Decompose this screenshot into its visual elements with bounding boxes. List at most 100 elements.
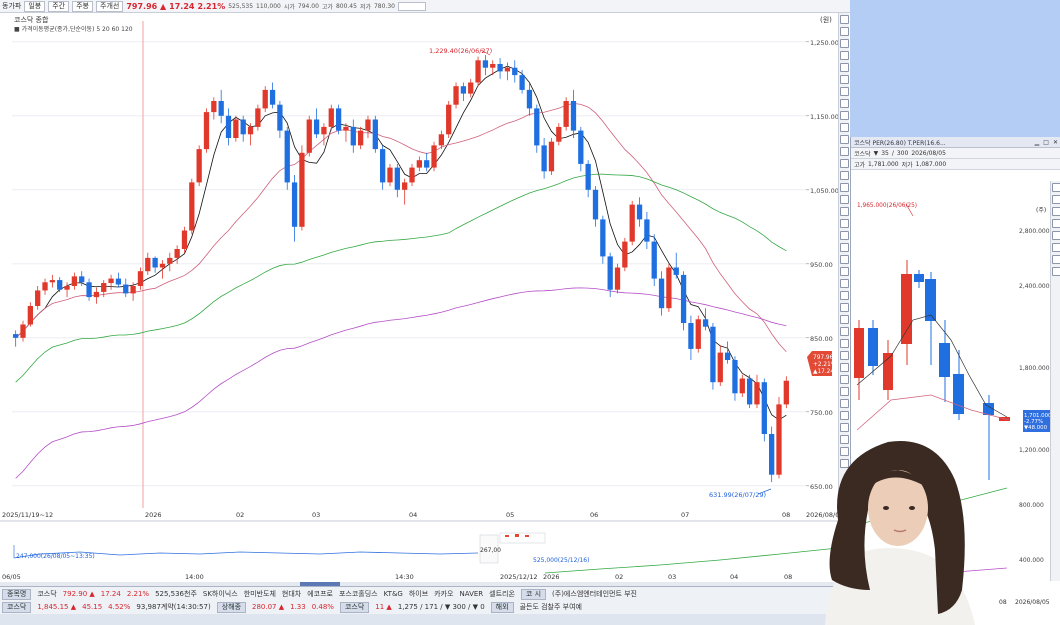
market-value-kosdaq: 11 ▲ bbox=[375, 603, 392, 611]
period-week-button[interactable]: 주간 bbox=[48, 0, 70, 12]
horizontal-line-tool-icon[interactable] bbox=[840, 63, 849, 72]
theme-hanmi[interactable]: 한미반도체 bbox=[244, 589, 276, 599]
theme-ktg[interactable]: KT&G bbox=[384, 590, 403, 598]
toolbar-input[interactable] bbox=[397, 1, 426, 11]
palette-tool-icon[interactable] bbox=[840, 339, 849, 348]
candle-body bbox=[651, 241, 657, 279]
zoom-out-tool-icon[interactable] bbox=[840, 231, 849, 240]
theme-sk-hynix[interactable]: SK하이닉스 bbox=[203, 589, 238, 599]
candle-body bbox=[680, 274, 687, 323]
secondary-count-value[interactable]: 300 bbox=[897, 150, 908, 157]
news-headline-2[interactable]: 골든도 검찰주 부여예 bbox=[520, 602, 582, 612]
sec-text-tool-icon[interactable] bbox=[1052, 255, 1060, 264]
news-tab-1[interactable]: 코 시 bbox=[520, 588, 547, 600]
print-tool-icon[interactable] bbox=[840, 267, 849, 276]
layers-tool-icon[interactable] bbox=[840, 315, 849, 324]
extra-tool-icon-b[interactable] bbox=[840, 387, 849, 396]
secondary-unit-label: (주) bbox=[1036, 207, 1046, 214]
sec-candle-7 bbox=[939, 343, 950, 377]
extra-tool-icon-a[interactable] bbox=[840, 375, 849, 384]
pen-tool-icon[interactable] bbox=[840, 171, 849, 180]
theme-naver[interactable]: NAVER bbox=[460, 590, 484, 598]
candle-body bbox=[585, 163, 591, 190]
secondary-high-value: 1,781.000 bbox=[868, 160, 899, 168]
ticker-value-2: 1,845.15 ▲ bbox=[37, 603, 77, 611]
sec-candle-2 bbox=[868, 328, 878, 366]
ruler-tool-icon[interactable] bbox=[840, 159, 849, 168]
sec-arrow-tool-icon[interactable] bbox=[1052, 267, 1060, 276]
chevron-down-icon[interactable]: ▼ bbox=[874, 150, 879, 157]
period-custom-button[interactable]: 주개선 bbox=[96, 0, 124, 12]
undo-tool-icon[interactable] bbox=[840, 291, 849, 300]
rectangle-tool-icon[interactable] bbox=[840, 111, 849, 120]
news-tab-2[interactable]: 해외 bbox=[490, 601, 514, 613]
period-month-button[interactable]: 주봉 bbox=[72, 0, 93, 12]
text-tool-icon[interactable] bbox=[840, 135, 849, 144]
secondary-period-value[interactable]: 35 bbox=[881, 150, 889, 157]
crosshair-tool-icon[interactable] bbox=[840, 27, 849, 36]
sec-candle-4 bbox=[901, 274, 912, 344]
high-value: 800.45 bbox=[335, 2, 357, 10]
magnet-tool-icon[interactable] bbox=[840, 195, 849, 204]
theme-celltrion[interactable]: 셀트리온 bbox=[489, 589, 515, 599]
circle-tool-icon[interactable] bbox=[840, 123, 849, 132]
save-tool-icon[interactable] bbox=[840, 255, 849, 264]
x-tick-label-4: 04 bbox=[409, 511, 417, 519]
grid-tool-icon[interactable] bbox=[840, 327, 849, 336]
secondary-date-value[interactable]: 2026/08/05 bbox=[911, 150, 946, 157]
theme-ecopro[interactable]: 에코프로 bbox=[307, 589, 333, 599]
sec-line-tool-icon[interactable] bbox=[1052, 195, 1060, 204]
candle-body bbox=[20, 324, 26, 338]
minimize-icon[interactable]: ▁ bbox=[1035, 139, 1040, 146]
arrow-tool-icon[interactable] bbox=[840, 147, 849, 156]
ticker-row-3 bbox=[0, 614, 850, 625]
market-label-shanghai[interactable]: 상해종 bbox=[216, 601, 247, 613]
extra-tool-icon-c[interactable] bbox=[840, 399, 849, 408]
sec-hline-tool-icon[interactable] bbox=[1052, 219, 1060, 228]
candle-body bbox=[189, 182, 195, 231]
delete-tool-icon[interactable] bbox=[840, 279, 849, 288]
channel-tool-icon[interactable] bbox=[840, 87, 849, 96]
amount-value: 110,000 bbox=[256, 2, 281, 10]
maximize-icon[interactable]: □ bbox=[1043, 139, 1049, 146]
main-candle-chart[interactable]: 1,250.00 1,150.00 1,050.00 950.00 850.00 750.… bbox=[0, 13, 850, 586]
redo-tool-icon[interactable] bbox=[840, 303, 849, 312]
secondary-symbol[interactable]: 코스닥 bbox=[854, 149, 871, 158]
sec-rect-tool-icon[interactable] bbox=[1052, 243, 1060, 252]
candle-body bbox=[673, 267, 679, 275]
fibonacci-tool-icon[interactable] bbox=[840, 99, 849, 108]
chart-background bbox=[0, 13, 850, 586]
more-tool-icon[interactable] bbox=[840, 363, 849, 372]
ticker-tab-2[interactable]: 코스닥 bbox=[2, 601, 32, 613]
x-tick-label-5: 05 bbox=[506, 511, 514, 519]
sec-trend-tool-icon[interactable] bbox=[1052, 207, 1060, 216]
sec-vline-tool-icon[interactable] bbox=[1052, 231, 1060, 240]
extra-tool-icon-d[interactable] bbox=[840, 411, 849, 420]
info-tool-icon[interactable] bbox=[840, 351, 849, 360]
y-tick-label-3: 950.00 bbox=[810, 261, 833, 269]
vertical-line-tool-icon[interactable] bbox=[840, 75, 849, 84]
theme-hybe[interactable]: 하이브 bbox=[409, 589, 428, 599]
sub-x-tick-label-3: 2025/12/12 bbox=[500, 573, 537, 581]
theme-kakao[interactable]: 카카오 bbox=[434, 589, 453, 599]
candle-body bbox=[438, 134, 445, 146]
theme-hyundai[interactable]: 현대차 bbox=[282, 589, 301, 599]
theme-posco[interactable]: 포스코홀딩스 bbox=[339, 589, 378, 599]
sub-x-tick-label-1: 14:00 bbox=[185, 573, 204, 581]
zoom-in-tool-icon[interactable] bbox=[840, 219, 849, 228]
market-label-kosdaq[interactable]: 코스닥 bbox=[339, 601, 370, 613]
close-icon[interactable]: ✕ bbox=[1053, 139, 1058, 146]
sec-cursor-tool-icon[interactable] bbox=[1052, 183, 1060, 192]
secondary-price-tag-change: ▼48.000 bbox=[1024, 425, 1048, 431]
eraser-tool-icon[interactable] bbox=[840, 183, 849, 192]
period-day-button[interactable]: 일봉 bbox=[24, 0, 46, 12]
candle-body bbox=[600, 219, 606, 257]
settings-tool-icon[interactable] bbox=[840, 243, 849, 252]
market-change-shanghai: 1.33 bbox=[290, 603, 306, 611]
line-tool-icon[interactable] bbox=[840, 39, 849, 48]
lock-tool-icon[interactable] bbox=[840, 207, 849, 216]
news-headline-1[interactable]: (주)에스엠엔터테인먼트 부진 bbox=[552, 589, 637, 599]
ticker-tab-1[interactable]: 종목명 bbox=[2, 588, 32, 600]
trendline-tool-icon[interactable] bbox=[840, 51, 849, 60]
cursor-tool-icon[interactable] bbox=[840, 15, 849, 24]
